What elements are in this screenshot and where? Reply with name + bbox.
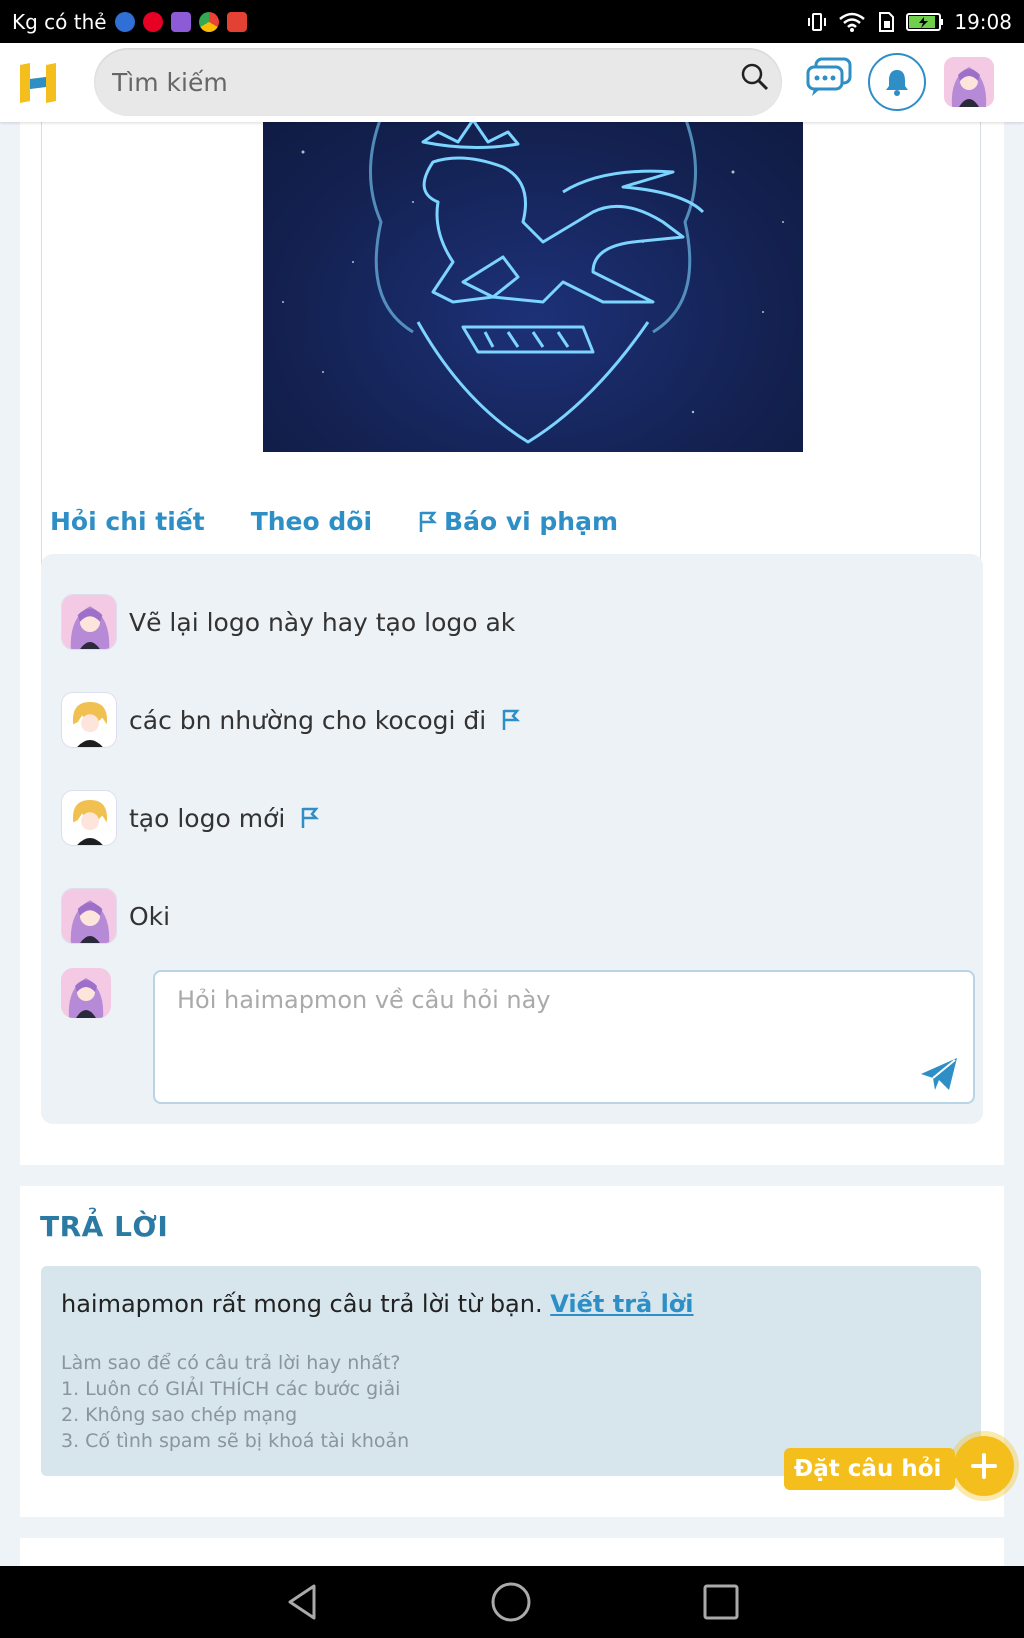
ask-detail-link[interactable]: Hỏi chi tiết: [50, 507, 205, 536]
tip-item: 2. Không sao chép mạng: [61, 1404, 298, 1426]
carrier-label: Kg có thẻ: [12, 9, 107, 34]
follow-link[interactable]: Theo dõi: [251, 507, 372, 536]
chrome-icon: [198, 11, 219, 32]
sim-icon: [879, 11, 895, 32]
ask-question-button[interactable]: [954, 1436, 1014, 1496]
question-image[interactable]: [263, 112, 803, 452]
gmail-icon: [226, 11, 247, 32]
flag-icon[interactable]: [299, 806, 321, 830]
comment-body: các bn nhường cho kocogi đi: [129, 705, 487, 735]
home-icon[interactable]: [490, 1581, 532, 1623]
messenger-icon: [114, 11, 135, 32]
report-label: Báo vi phạm: [444, 507, 619, 536]
status-left: Kg có thẻ: [12, 10, 247, 34]
tip-item: 3. Cố tình spam sẽ bị khoá tài khoản: [61, 1430, 410, 1452]
answer-tips: Làm sao để có câu trả lời hay nhất? 1. L…: [61, 1350, 409, 1454]
tips-title: Làm sao để có câu trả lời hay nhất?: [61, 1352, 401, 1374]
pinterest-icon: [142, 11, 163, 32]
ask-question-label[interactable]: Đặt câu hỏi: [784, 1448, 966, 1490]
comment-item: Oki: [61, 888, 170, 944]
clock: 19:08: [954, 9, 1012, 34]
avatar: [61, 968, 111, 1018]
comment-item: các bn nhường cho kocogi đi: [61, 692, 522, 748]
flag-icon: [419, 511, 438, 532]
comment-text: tạo logo mới: [129, 804, 321, 833]
comment-item: tạo logo mới: [61, 790, 321, 846]
wifi-icon: [839, 12, 866, 32]
notification-button[interactable]: [868, 53, 926, 111]
battery-icon: [906, 12, 944, 31]
vibrate-icon: [808, 12, 827, 31]
plus-icon: [971, 1453, 997, 1479]
comment-text: Oki: [129, 902, 170, 931]
avatar[interactable]: [61, 888, 117, 944]
comment-body: tạo logo mới: [129, 803, 286, 833]
send-icon[interactable]: [919, 1054, 959, 1094]
recents-icon[interactable]: [702, 1583, 740, 1621]
back-icon[interactable]: [284, 1582, 320, 1622]
next-card: [20, 1538, 1004, 1568]
ask-comment-box: [153, 970, 975, 1104]
hoc247-logo[interactable]: [18, 61, 60, 105]
search-bar[interactable]: [94, 48, 782, 116]
avatar[interactable]: [61, 790, 117, 846]
answer-message: haimapmon rất mong câu trả lời từ bạn. V…: [61, 1290, 694, 1318]
avatar[interactable]: [61, 594, 117, 650]
user-avatar[interactable]: [944, 57, 994, 107]
comment-body: Vẽ lại logo này hay tạo logo ak: [129, 607, 516, 637]
comment-text: các bn nhường cho kocogi đi: [129, 706, 522, 735]
status-bar: Kg có thẻ 19:08: [0, 0, 1024, 43]
system-nav-bar: [0, 1566, 1024, 1638]
bell-icon: [886, 70, 908, 96]
search-icon[interactable]: [740, 62, 770, 92]
answer-message-text: haimapmon rất mong câu trả lời từ bạn.: [61, 1290, 543, 1318]
chat-icon[interactable]: [806, 57, 852, 97]
comment-item: Vẽ lại logo này hay tạo logo ak: [61, 594, 515, 650]
comment-thread: Vẽ lại logo này hay tạo logo ak các bn n…: [41, 554, 983, 1124]
tip-item: 1. Luôn có GIẢI THÍCH các bước giải: [61, 1378, 401, 1400]
app-header: [0, 43, 1024, 122]
comment-input[interactable]: [155, 972, 973, 1102]
answer-section-title: TRẢ LỜI: [40, 1210, 169, 1243]
status-right: 19:08: [806, 10, 1012, 34]
gallery-icon: [170, 11, 191, 32]
write-answer-link[interactable]: Viết trả lời: [550, 1290, 693, 1318]
comment-body: Oki: [129, 901, 171, 931]
question-card: Hỏi chi tiết Theo dõi Báo vi phạm Vẽ lại…: [20, 112, 1004, 1165]
comment-text: Vẽ lại logo này hay tạo logo ak: [129, 608, 515, 637]
answer-prompt-box: haimapmon rất mong câu trả lời từ bạn. V…: [41, 1266, 981, 1476]
report-link[interactable]: Báo vi phạm: [418, 507, 618, 536]
avatar[interactable]: [61, 692, 117, 748]
search-input[interactable]: [94, 48, 694, 116]
question-actions: Hỏi chi tiết Theo dõi Báo vi phạm: [50, 507, 618, 536]
flag-icon[interactable]: [500, 708, 522, 732]
